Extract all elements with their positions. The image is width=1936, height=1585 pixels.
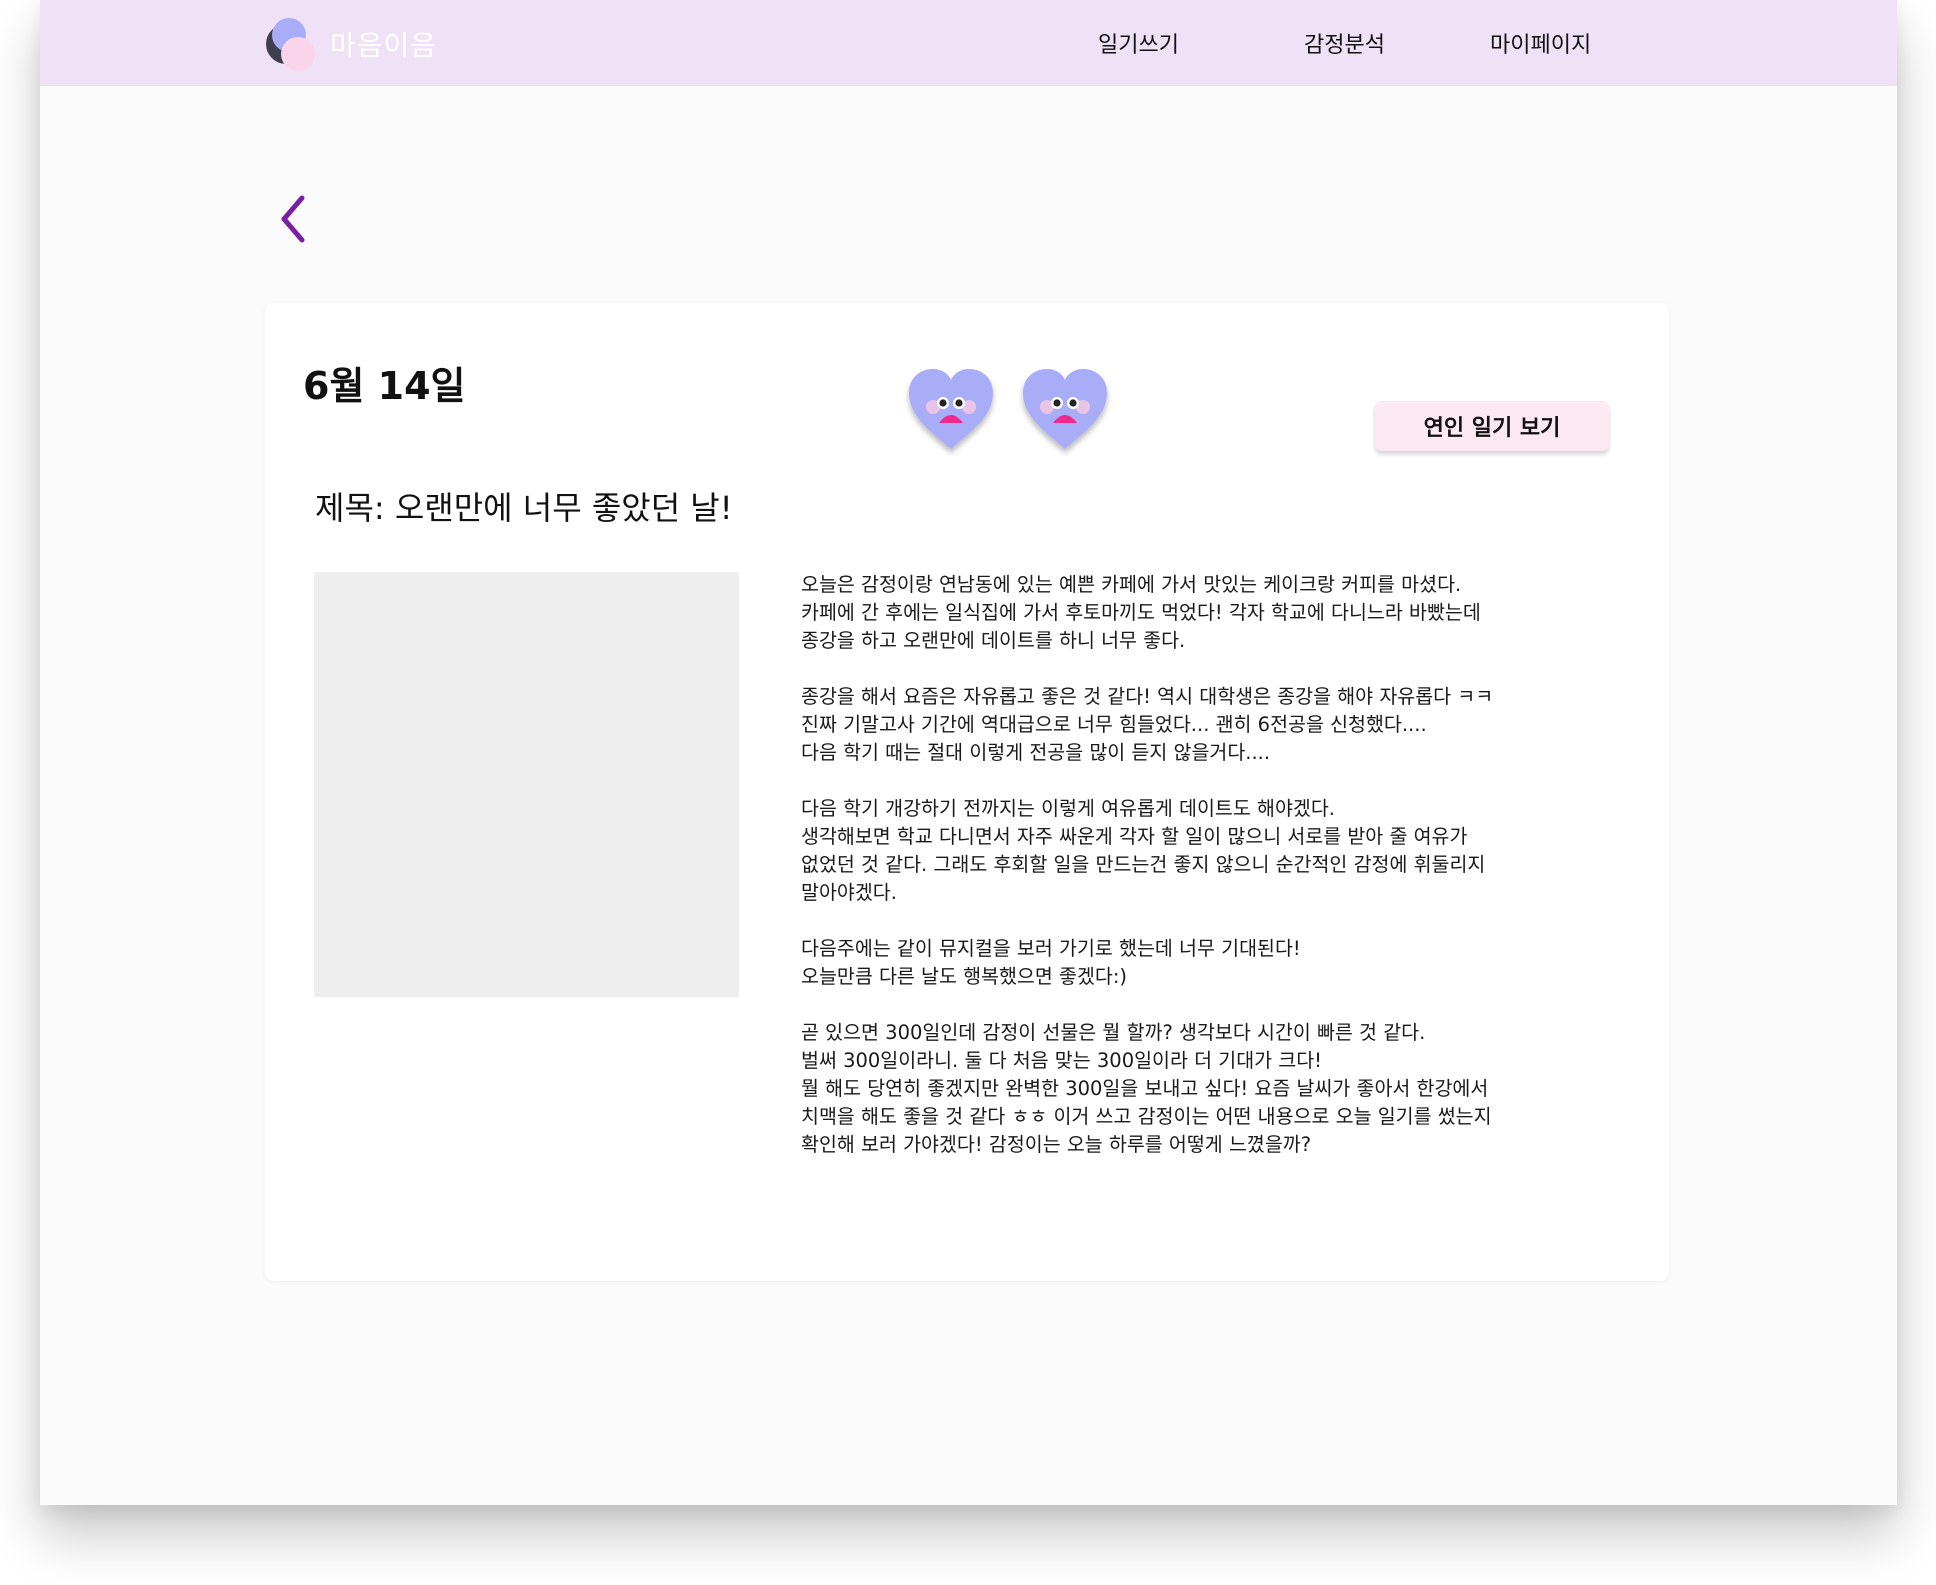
back-arrow-icon[interactable] — [278, 192, 318, 246]
top-navbar: 마음이음 일기쓰기 감정분석 마이페이지 — [40, 0, 1897, 86]
diary-line: 벌써 300일이라니. 둘 다 처음 맞는 300일이라 더 기대가 크다! — [801, 1049, 1322, 1072]
diary-line: 다음주에는 같이 뮤지컬을 보러 가기로 했는데 너무 기대된다! — [801, 937, 1301, 960]
diary-line: 오늘은 감정이랑 연남동에 있는 예쁜 카페에 가서 맛있는 케이크랑 커피를 … — [801, 573, 1462, 596]
diary-line: 뭘 해도 당연히 좋겠지만 완벽한 300일을 보내고 싶다! 요즘 날씨가 좋… — [801, 1077, 1489, 1100]
nav-emotion-analysis[interactable]: 감정분석 — [1304, 27, 1385, 59]
diary-line: 없었던 것 같다. 그래도 후회할 일을 만드는건 좋지 않으니 순간적인 감정… — [801, 853, 1486, 876]
app-window: 마음이음 일기쓰기 감정분석 마이페이지 6월 14일 연인 일기 보기 제목:… — [40, 0, 1897, 1505]
diary-line: 곧 있으면 300일인데 감정이 선물은 뭘 할까? 생각보다 시간이 빠른 것… — [801, 1021, 1426, 1044]
diary-line: 종강을 하고 오랜만에 데이트를 하니 너무 좋다. — [801, 629, 1186, 652]
diary-line: 카페에 간 후에는 일식집에 가서 후토마끼도 먹었다! 각자 학교에 다니느라… — [801, 601, 1481, 624]
diary-photo-placeholder[interactable] — [314, 572, 739, 997]
logo-icon[interactable] — [260, 14, 330, 76]
diary-paragraph: 다음 학기 개강하기 전까지는 이렇게 여유롭게 데이트도 해야겠다. 생각해보… — [801, 795, 1601, 907]
diary-body: 오늘은 감정이랑 연남동에 있는 예쁜 카페에 가서 맛있는 케이크랑 커피를 … — [801, 571, 1601, 1187]
nav-my-page[interactable]: 마이페이지 — [1490, 27, 1591, 59]
diary-paragraph: 종강을 해서 요즘은 자유롭고 좋은 것 같다! 역시 대학생은 종강을 해야 … — [801, 683, 1601, 767]
view-partner-diary-button[interactable]: 연인 일기 보기 — [1375, 401, 1609, 451]
diary-line: 말아야겠다. — [801, 881, 897, 904]
diary-paragraph: 오늘은 감정이랑 연남동에 있는 예쁜 카페에 가서 맛있는 케이크랑 커피를 … — [801, 571, 1601, 655]
nav-write-diary[interactable]: 일기쓰기 — [1098, 27, 1179, 59]
diary-line: 종강을 해서 요즘은 자유롭고 좋은 것 같다! 역시 대학생은 종강을 해야 … — [801, 685, 1494, 708]
diary-title: 제목: 오랜만에 너무 좋았던 날! — [315, 489, 733, 527]
diary-line: 치맥을 해도 좋을 것 같다 ㅎㅎ 이거 쓰고 감정이는 어떤 내용으로 오늘 … — [801, 1105, 1492, 1128]
emotion-heart-icon — [1023, 369, 1107, 449]
emotion-heart-icon — [909, 369, 993, 449]
diary-card: 6월 14일 연인 일기 보기 제목: 오랜만에 너무 좋았던 날! 오늘은 감… — [265, 303, 1669, 1281]
brand-name[interactable]: 마음이음 — [330, 24, 437, 64]
diary-line: 다음 학기 때는 절대 이렇게 전공을 많이 듣지 않을거다.... — [801, 741, 1271, 764]
diary-line: 오늘만큼 다른 날도 행복했으면 좋겠다:) — [801, 965, 1128, 988]
diary-line: 확인해 보러 가야겠다! 감정이는 오늘 하루를 어떻게 느꼈을까? — [801, 1133, 1312, 1156]
diary-line: 진짜 기말고사 기간에 역대급으로 너무 힘들었다... 괜히 6전공을 신청했… — [801, 713, 1427, 736]
diary-paragraph: 곧 있으면 300일인데 감정이 선물은 뭘 할까? 생각보다 시간이 빠른 것… — [801, 1019, 1601, 1159]
diary-line: 생각해보면 학교 다니면서 자주 싸운게 각자 할 일이 많으니 서로를 받아 … — [801, 825, 1468, 848]
diary-paragraph: 다음주에는 같이 뮤지컬을 보러 가기로 했는데 너무 기대된다! 오늘만큼 다… — [801, 935, 1601, 991]
diary-date: 6월 14일 — [303, 364, 466, 408]
diary-line: 다음 학기 개강하기 전까지는 이렇게 여유롭게 데이트도 해야겠다. — [801, 797, 1335, 820]
